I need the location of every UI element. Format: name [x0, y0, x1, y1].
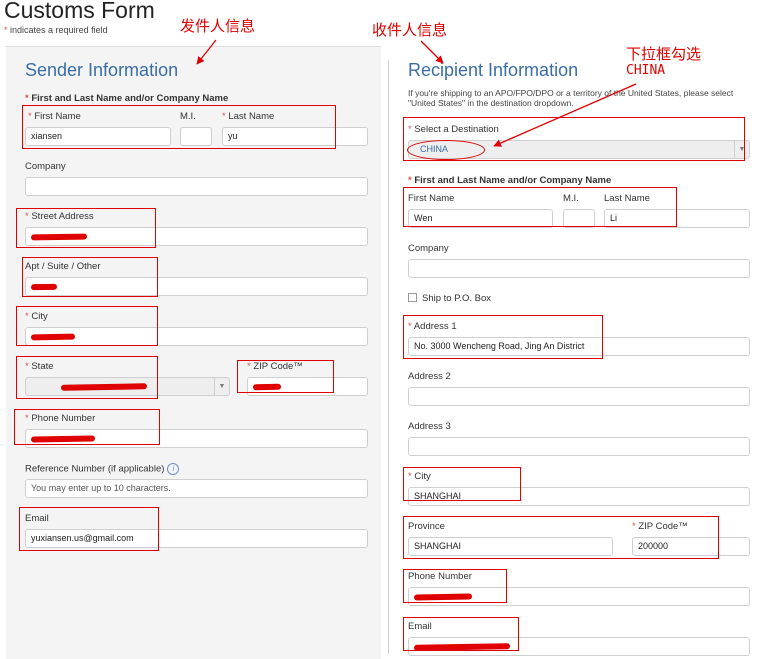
sender-annotation-arrow	[196, 39, 217, 65]
dropdown-annotation-arrow	[493, 83, 637, 147]
annotation-arrows	[196, 39, 637, 147]
recipient-annotation-arrow	[420, 40, 444, 64]
